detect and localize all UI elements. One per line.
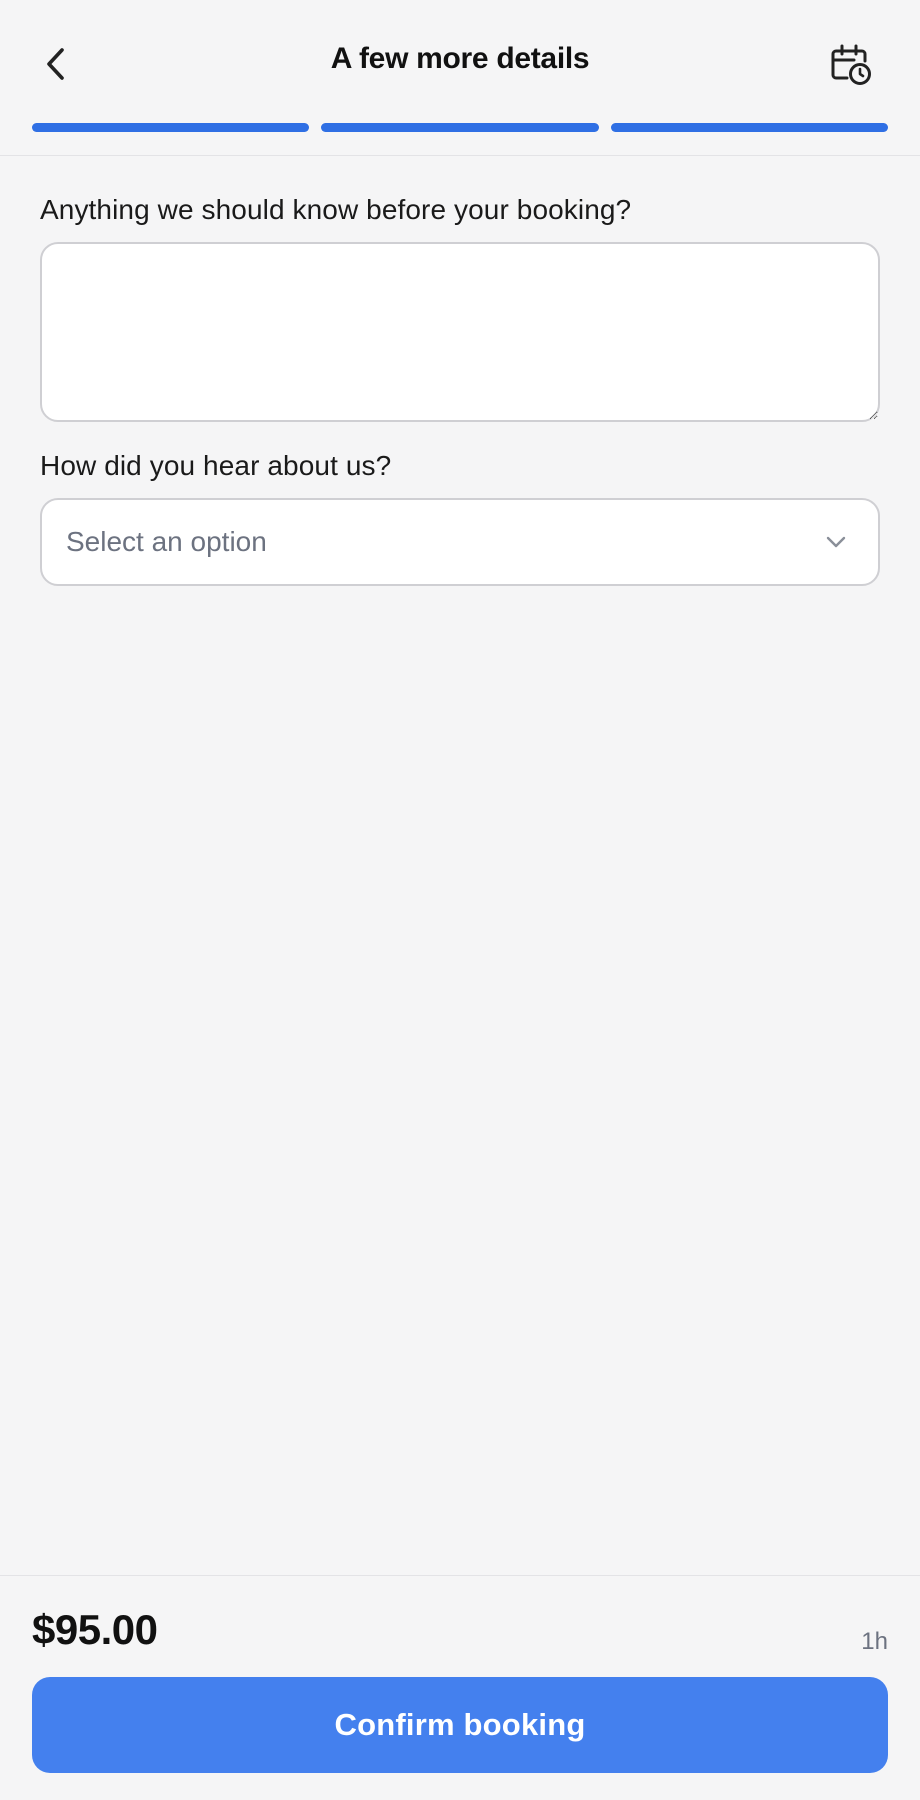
progress-bar [32, 123, 888, 132]
progress-step-3 [610, 123, 888, 132]
duration: 1h [861, 1628, 888, 1655]
source-select[interactable]: Select an option [40, 498, 880, 586]
header: A few more details [0, 0, 920, 156]
price: $95.00 [32, 1606, 158, 1653]
footer: $95.00 1h Confirm booking [0, 1575, 920, 1800]
notes-textarea[interactable] [40, 242, 880, 422]
progress-step-1 [32, 123, 310, 132]
source-select-placeholder: Select an option [66, 526, 267, 557]
calendar-clock-icon [831, 44, 871, 85]
notes-label: Anything we should know before your book… [40, 194, 632, 225]
progress-step-2 [321, 123, 599, 132]
chevron-down-icon [826, 536, 846, 548]
source-label: How did you hear about us? [40, 450, 392, 481]
page-title: A few more details [330, 42, 590, 75]
confirm-booking-button[interactable]: Confirm booking [32, 1677, 888, 1773]
calendar-button[interactable] [822, 36, 880, 94]
